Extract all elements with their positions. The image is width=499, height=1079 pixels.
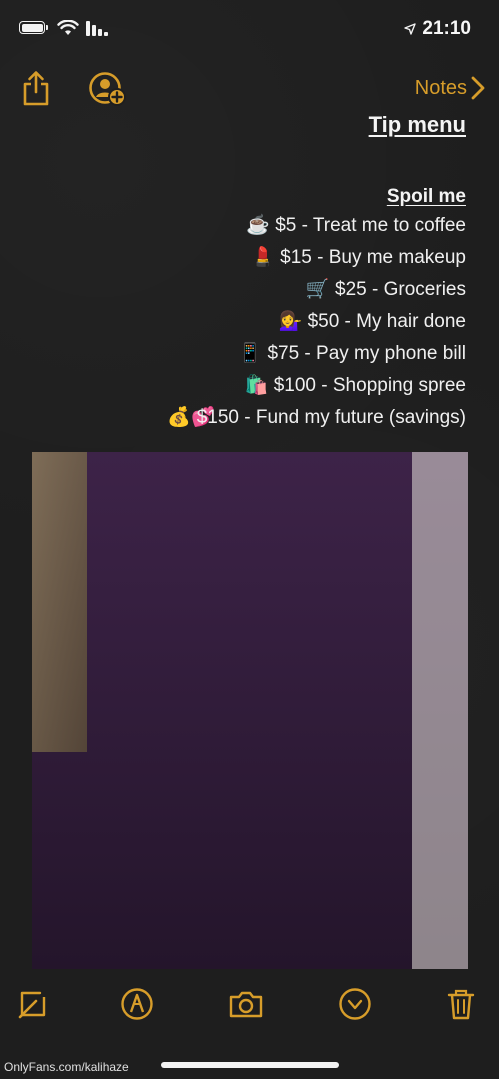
tip-item: 💰💕 $150 - Fund my future (savings): [163, 402, 466, 434]
watermark-text: OnlyFans.com/kalihaze: [4, 1060, 129, 1074]
embedded-photo[interactable]: [32, 452, 468, 969]
tip-item: 🛍️ $100 - Shopping spree: [163, 370, 466, 402]
add-person-icon[interactable]: [88, 72, 126, 106]
note-title: Tip menu: [368, 112, 466, 137]
photo-placeholder: [32, 452, 468, 969]
tip-text: $25 - Groceries: [335, 279, 466, 300]
tip-emoji: 🛍️: [244, 375, 269, 396]
tip-text: $15 - Buy me makeup: [280, 247, 466, 268]
tip-item: 💁‍♀️ $50 - My hair done: [163, 306, 466, 338]
back-label: Notes: [414, 76, 467, 99]
markup-pen-icon[interactable]: [120, 987, 154, 1021]
tip-emoji: 📱: [238, 343, 262, 364]
clock-group: 21:10: [404, 18, 471, 40]
section-heading: Spoil me: [386, 186, 466, 207]
status-bar: 21:10: [0, 0, 499, 60]
top-toolbar: Notes: [0, 60, 499, 120]
tip-list: ☕ $5 - Treat me to coffee 💄 $15 - Buy me…: [163, 210, 466, 434]
home-indicator[interactable]: [161, 1062, 339, 1068]
bottom-toolbar: [0, 982, 499, 1032]
note-body[interactable]: Tip menu Spoil me ☕ $5 - Treat me to cof…: [163, 112, 466, 434]
tip-text: $150 - Fund my future (savings): [196, 407, 466, 428]
status-time: 21:10: [422, 18, 471, 39]
share-icon[interactable]: [21, 70, 51, 106]
tip-emoji: 🛒: [305, 279, 330, 300]
tip-emoji: 💁‍♀️: [278, 311, 303, 332]
tip-text: $5 - Treat me to coffee: [275, 215, 466, 236]
location-arrow-icon: [404, 23, 417, 35]
tip-text: $75 - Pay my phone bill: [267, 343, 466, 364]
tip-item: ☕ $5 - Treat me to coffee: [163, 210, 466, 242]
back-to-notes-link[interactable]: Notes: [415, 76, 485, 100]
wifi-icon: [57, 20, 79, 35]
camera-icon[interactable]: [228, 987, 264, 1021]
tip-emoji: 💰💕: [167, 407, 215, 428]
tip-item: 📱 $75 - Pay my phone bill: [163, 338, 466, 370]
tip-item: 🛒 $25 - Groceries: [163, 274, 466, 306]
tip-emoji: 💄: [251, 247, 275, 268]
cellular-signal-icon: [86, 21, 108, 36]
battery-icon: [19, 21, 48, 34]
tip-emoji: ☕: [246, 215, 270, 236]
chevron-circle-down-icon[interactable]: [338, 987, 372, 1021]
tip-text: $100 - Shopping spree: [273, 375, 466, 396]
chevron-left-icon: [471, 76, 485, 100]
tip-text: $50 - My hair done: [307, 311, 466, 332]
trash-icon[interactable]: [444, 987, 478, 1021]
checklist-icon[interactable]: [16, 987, 50, 1021]
tip-item: 💄 $15 - Buy me makeup: [163, 242, 466, 274]
